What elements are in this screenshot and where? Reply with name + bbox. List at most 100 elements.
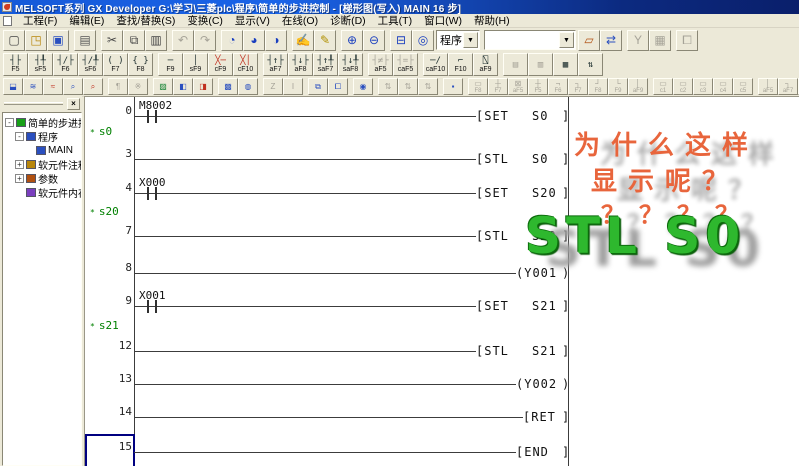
ladder-symbol-button-9[interactable]: ╳─cF9 <box>208 53 233 76</box>
statement-button[interactable]: ≋ <box>23 78 43 95</box>
sfc-symbol-button-0[interactable]: ▭F8 <box>468 78 488 95</box>
ladder-symbol-button-20[interactable]: ─/caF10 <box>423 53 448 76</box>
ladder-symbol-button-18[interactable]: ┤=├caF5 <box>393 53 418 76</box>
ladder-symbol-button-17[interactable]: ┤≠├aF5 <box>368 53 393 76</box>
collapse-icon[interactable]: - <box>5 118 14 127</box>
zoom-text-1-button[interactable]: Z <box>263 78 283 95</box>
zoom-text-2-button[interactable]: I <box>283 78 303 95</box>
sfc-symbol-button-12[interactable]: ▭c3 <box>693 78 713 95</box>
ladder-symbol-button-2[interactable]: ┤/├F6 <box>53 53 78 76</box>
paste-button[interactable]: ▥ <box>145 30 167 51</box>
sfc-symbol-button-1[interactable]: ┼F7 <box>488 78 508 95</box>
collapse-icon[interactable]: - <box>15 132 24 141</box>
menu-item-1[interactable]: 编辑(E) <box>63 13 110 28</box>
menu-item-8[interactable]: 窗口(W) <box>418 13 468 28</box>
ladder-logic-test-button[interactable]: ▨ <box>153 78 173 95</box>
menu-item-7[interactable]: 工具(T) <box>372 13 418 28</box>
ladder-symbol-button-25[interactable]: ▥ <box>528 53 553 76</box>
tree-item-2[interactable]: MAIN <box>3 143 81 157</box>
sort-1-button[interactable]: ⇅ <box>378 78 398 95</box>
ladder-symbol-button-12[interactable]: ┤↑├aF7 <box>263 53 288 76</box>
redo-button[interactable]: ↷ <box>194 30 216 51</box>
sfc-symbol-button-5[interactable]: ┐F7 <box>568 78 588 95</box>
sfc-symbol-button-4[interactable]: ¬F6 <box>548 78 568 95</box>
comment-edit-button[interactable]: ▱ <box>578 30 600 51</box>
chevron-down-icon[interactable]: ▼ <box>463 32 478 48</box>
copy-button[interactable]: ⧉ <box>123 30 145 51</box>
sfc-symbol-button-2[interactable]: ⊠aF5 <box>508 78 528 95</box>
ladder-editor-pane[interactable]: 为什么这样 显示呢？ ？？？？ STL S0 0M8002[SETS0]3[ST… <box>84 96 799 466</box>
device-replace-button[interactable]: ⌕ <box>83 78 103 95</box>
sfc-symbol-button-16[interactable]: │aF5 <box>758 78 778 95</box>
device-comment-button[interactable]: ⬓ <box>3 78 23 95</box>
note-button[interactable]: ≈ <box>43 78 63 95</box>
instruction-close-bracket[interactable]: ] <box>562 299 570 313</box>
window-cascade-button[interactable]: ⧠ <box>676 30 698 51</box>
sfc-symbol-button-6[interactable]: ┘F8 <box>588 78 608 95</box>
sort-3-button[interactable]: ⇅ <box>418 78 438 95</box>
write-to-plc-button[interactable]: ✍ <box>292 30 314 51</box>
instruction-opcode[interactable]: [RET <box>523 410 556 424</box>
print-button[interactable]: ▤ <box>74 30 96 51</box>
instruction-close-bracket[interactable]: ] <box>562 344 570 358</box>
sfc-symbol-button-11[interactable]: ▭c2 <box>673 78 693 95</box>
ladder-symbol-button-24[interactable]: ▤ <box>503 53 528 76</box>
sfc-symbol-button-8[interactable]: │aF9 <box>628 78 648 95</box>
ladder-symbol-button-3[interactable]: ┤/╀sF6 <box>78 53 103 76</box>
title-bar[interactable]: MELSOFT系列 GX Developer G:\学习\三菱plc\程序\简单… <box>0 0 799 14</box>
coil-close-paren[interactable]: ) <box>562 377 570 391</box>
monitor-start-button[interactable]: ◑ <box>265 30 287 51</box>
cut-button[interactable]: ✂ <box>101 30 123 51</box>
comment-display-button[interactable]: ¶ <box>108 78 128 95</box>
menu-item-4[interactable]: 显示(V) <box>229 13 276 28</box>
program-select-combo[interactable]: 程序▼ <box>436 30 480 50</box>
macro-button[interactable]: ◍ <box>238 78 258 95</box>
project-data-list-button[interactable]: ⊟ <box>390 30 412 51</box>
save-project-button[interactable]: ▣ <box>47 30 69 51</box>
menu-item-5[interactable]: 在线(O) <box>276 13 324 28</box>
zoom-out-button[interactable]: ⊖ <box>363 30 385 51</box>
menu-item-2[interactable]: 查找/替换(S) <box>110 13 181 28</box>
alias-display-button[interactable]: ※ <box>128 78 148 95</box>
monitor-stop-button[interactable]: ◕ <box>243 30 265 51</box>
instruction-operand[interactable]: S0 <box>532 109 548 123</box>
coil-device[interactable]: (Y001 <box>516 266 557 280</box>
new-window-button[interactable]: ⧠ <box>328 78 348 95</box>
close-tree-panel-button[interactable]: × <box>67 98 80 110</box>
open-project-button[interactable]: ◳ <box>25 30 47 51</box>
instruction-operand[interactable]: S0 <box>532 152 548 166</box>
filter-y-button[interactable]: Y <box>627 30 649 51</box>
chevron-down-icon[interactable]: ▼ <box>559 32 574 48</box>
ladder-symbol-button-13[interactable]: ┤↓├aF8 <box>288 53 313 76</box>
sfc-symbol-button-17[interactable]: ┐aF7 <box>778 78 798 95</box>
ladder-symbol-button-10[interactable]: ╳│cF10 <box>233 53 258 76</box>
undo-button[interactable]: ↶ <box>172 30 194 51</box>
coil-close-paren[interactable]: ) <box>562 266 570 280</box>
device-find-button[interactable]: ⌕ <box>63 78 83 95</box>
menu-item-0[interactable]: 工程(F) <box>17 13 63 28</box>
instruction-opcode[interactable]: [STL <box>476 152 509 166</box>
project-monitor-button[interactable]: ◉ <box>353 78 373 95</box>
instruction-close-bracket[interactable]: ] <box>562 152 570 166</box>
sfc-symbol-button-14[interactable]: ▭c5 <box>733 78 753 95</box>
ladder-symbol-button-15[interactable]: ┤↓╀saF8 <box>338 53 363 76</box>
ladder-symbol-button-22[interactable]: ⍂aF9 <box>473 53 498 76</box>
blue-square-button[interactable]: ▪ <box>443 78 463 95</box>
zoom-in-button[interactable]: ⊕ <box>341 30 363 51</box>
menu-item-3[interactable]: 变换(C) <box>181 13 229 28</box>
instruction-close-bracket[interactable]: ] <box>562 186 570 200</box>
filter-grid-button[interactable]: ▦ <box>649 30 671 51</box>
instruction-opcode[interactable]: [SET <box>476 186 509 200</box>
write-mode-button[interactable]: ◨ <box>193 78 213 95</box>
sfc-symbol-button-3[interactable]: ┼F5 <box>528 78 548 95</box>
sfc-symbol-button-13[interactable]: ▭c4 <box>713 78 733 95</box>
device-select-combo[interactable]: ▼ <box>484 30 576 50</box>
tree-item-0[interactable]: -简单的步进控制 <box>3 115 81 129</box>
ladder-symbol-button-7[interactable]: ─F9 <box>158 53 183 76</box>
ladder-symbol-button-8[interactable]: │sF9 <box>183 53 208 76</box>
tree-item-1[interactable]: -程序 <box>3 129 81 143</box>
tree-item-3[interactable]: +软元件注释 <box>3 157 81 171</box>
sort-2-button[interactable]: ⇅ <box>398 78 418 95</box>
instruction-opcode[interactable]: [STL <box>476 344 509 358</box>
instruction-close-bracket[interactable]: ] <box>562 410 570 424</box>
